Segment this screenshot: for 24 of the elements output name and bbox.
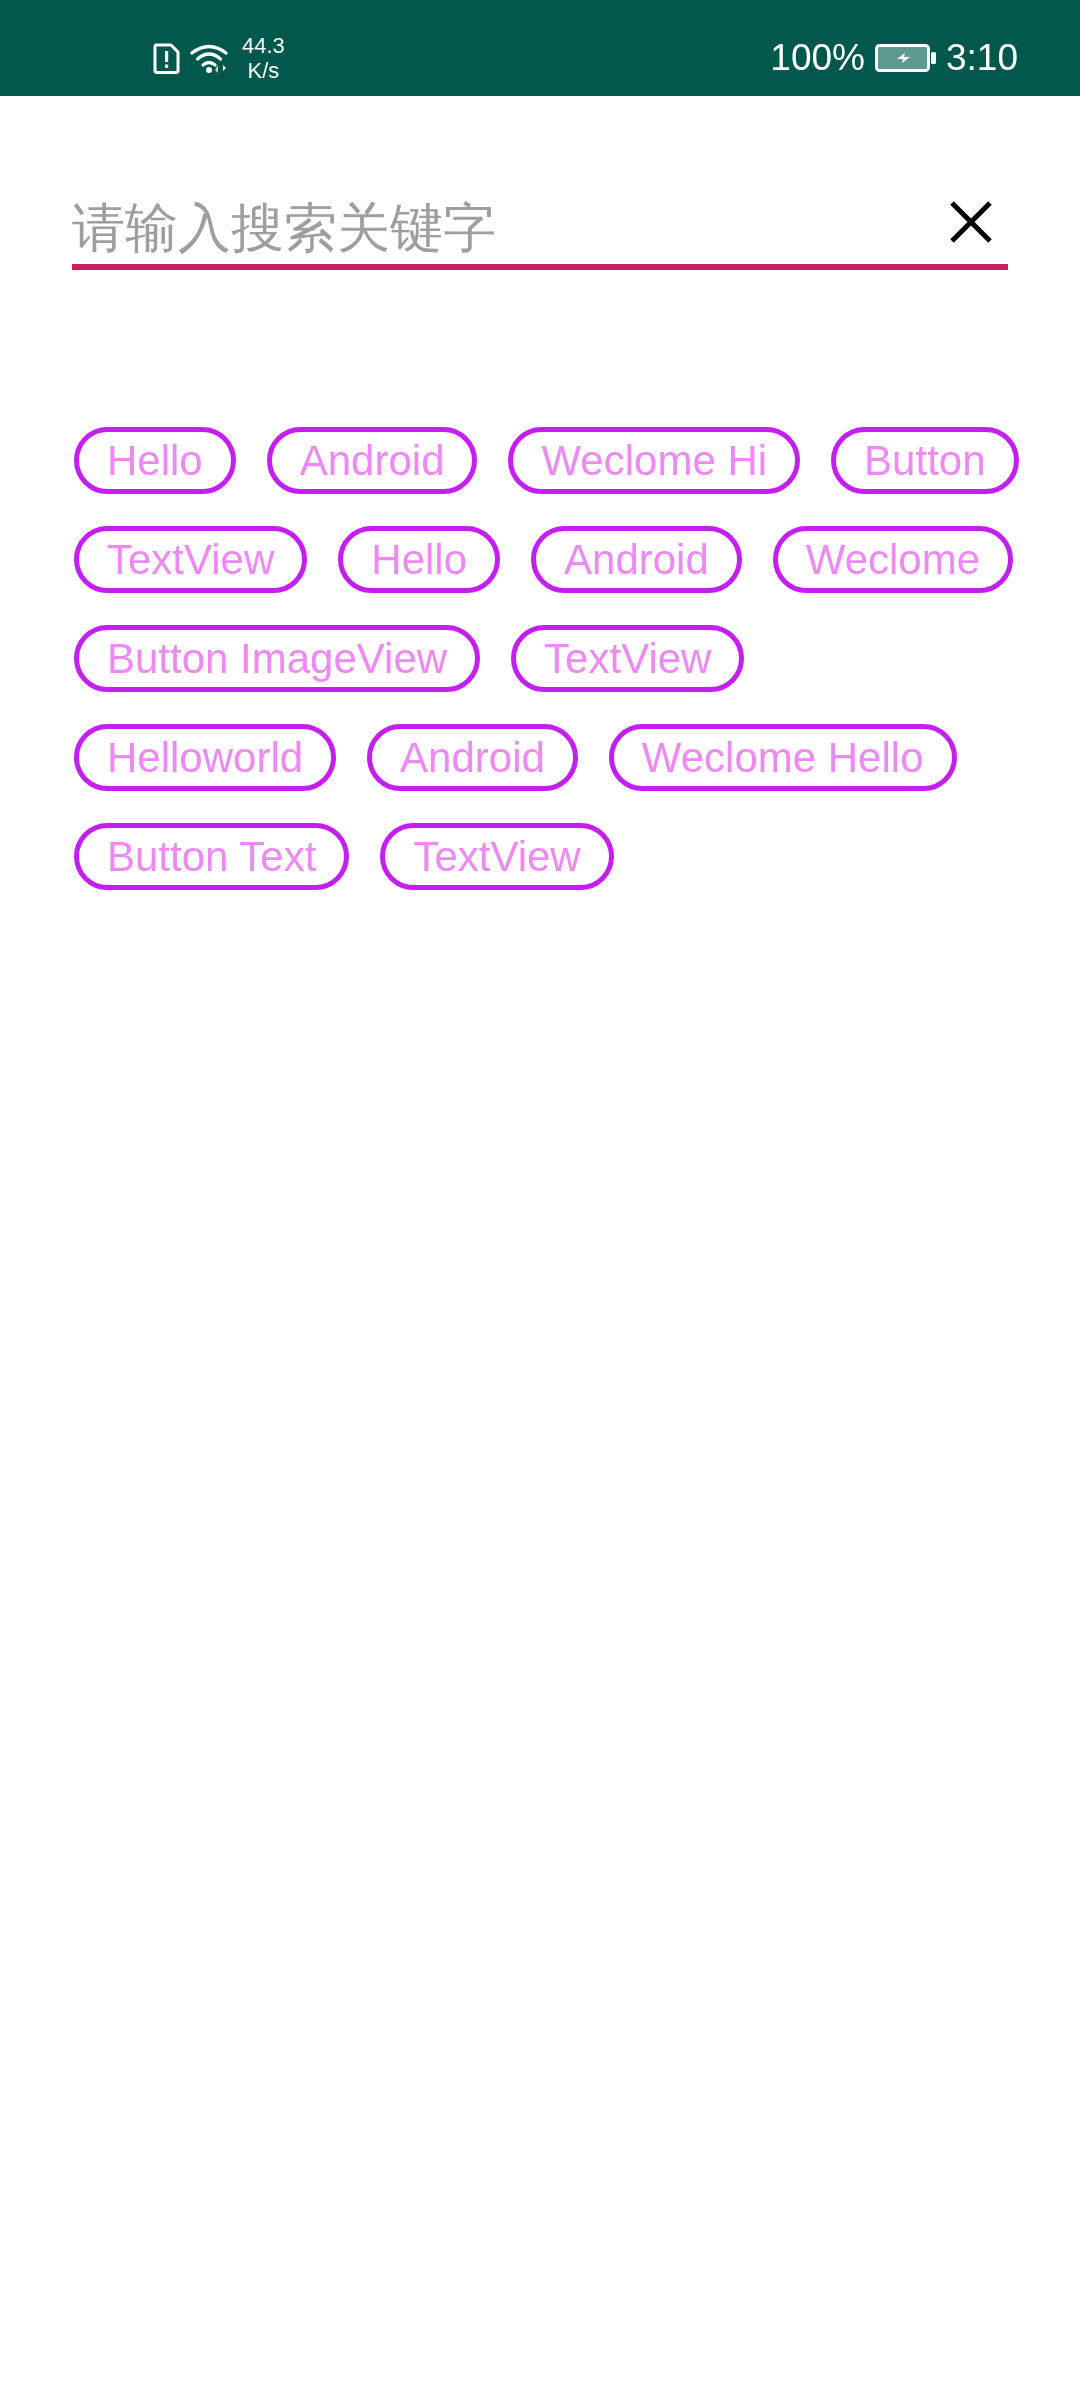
tag-chip[interactable]: Weclome Hi: [508, 427, 801, 494]
tag-chip[interactable]: Button: [831, 427, 1019, 494]
tag-chip[interactable]: Weclome Hello: [608, 724, 957, 791]
sim-alert-icon: [153, 42, 180, 74]
tag-chip[interactable]: Android: [266, 427, 478, 494]
clock-time: 3:10: [946, 38, 1018, 78]
tag-chip[interactable]: Button ImageView: [74, 625, 481, 692]
wifi-icon: [190, 42, 230, 74]
clear-button[interactable]: [949, 200, 993, 244]
tag-chip[interactable]: Helloworld: [74, 724, 337, 791]
network-speed-unit: K/s: [247, 58, 280, 83]
search-field[interactable]: 请输入搜索关键字: [72, 190, 1008, 270]
tag-chip[interactable]: TextView: [511, 625, 745, 692]
tag-chip[interactable]: Button Text: [74, 823, 350, 890]
tag-chip[interactable]: Weclome: [772, 526, 1014, 593]
tag-chip[interactable]: Hello: [74, 427, 236, 494]
close-icon: [949, 200, 993, 244]
tag-chip[interactable]: TextView: [380, 823, 614, 890]
tag-chip[interactable]: Android: [531, 526, 742, 593]
tag-chip[interactable]: Hello: [338, 526, 501, 593]
network-speed: 44.3: [242, 33, 285, 58]
tag-chip[interactable]: Android: [367, 724, 578, 791]
tag-chip[interactable]: TextView: [74, 526, 308, 593]
battery-percent: 100%: [770, 38, 865, 78]
